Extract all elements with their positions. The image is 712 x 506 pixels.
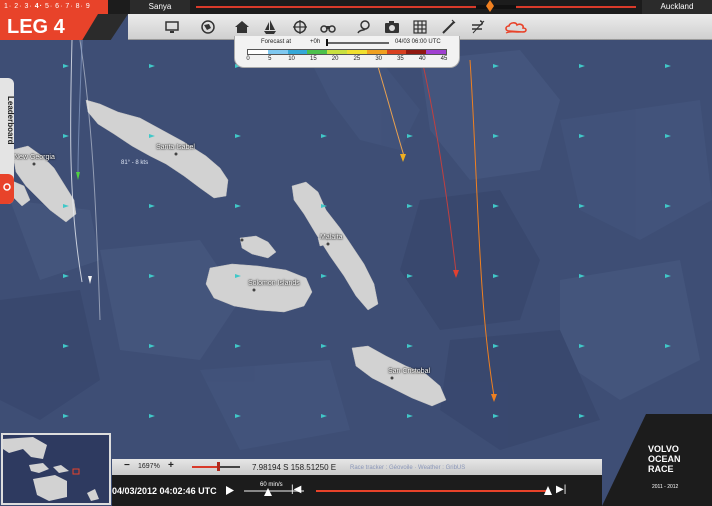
scale-label: 25: [353, 56, 361, 62]
leg-1[interactable]: 1·: [4, 3, 12, 10]
race-progress-track: [196, 5, 636, 9]
leg-4[interactable]: 4·: [35, 3, 43, 10]
skip-to-start-icon[interactable]: |◀: [291, 485, 301, 495]
home-icon[interactable]: [234, 19, 250, 35]
scale-swatch: [307, 50, 328, 54]
boat-speed-label: 81° - 8 kts: [121, 160, 149, 166]
current-datetime: 04/03/2012 04:02:46 UTC: [112, 486, 217, 496]
forecast-slider-knob[interactable]: [326, 39, 328, 46]
scale-label: 30: [375, 56, 382, 62]
forecast-label: Forecast at: [261, 39, 292, 45]
scale-label: 0: [246, 56, 250, 62]
label-san-cristobal: San Cristobal: [388, 368, 431, 375]
leg-9[interactable]: 9: [86, 3, 91, 10]
race-position-marker-icon[interactable]: [486, 0, 494, 12]
logo-years: 2011 - 2012: [652, 484, 679, 490]
leg-6[interactable]: 6·: [55, 3, 63, 10]
scale-swatch: [287, 50, 308, 54]
wind-speed-scale: [247, 49, 447, 55]
zoom-slider-fill: [192, 466, 218, 468]
leg-title: LEG 4: [0, 14, 98, 40]
leg-5[interactable]: 5·: [45, 3, 53, 10]
scale-label: 15: [309, 56, 317, 62]
cursor-coordinates: 7.98194 S 158.51250 E: [252, 463, 337, 472]
binoculars-icon[interactable]: [320, 19, 336, 35]
volvo-ocean-race-logo: VOLVO OCEAN RACE: [648, 444, 681, 474]
play-icon[interactable]: [226, 486, 234, 495]
zoom-out-button[interactable]: −: [124, 461, 130, 471]
timeline-slider[interactable]: [316, 490, 548, 492]
monitor-icon[interactable]: [164, 19, 180, 35]
route-icon[interactable]: [356, 19, 372, 35]
scale-swatch: [267, 50, 288, 54]
leg-2[interactable]: 2·: [14, 3, 22, 10]
target-icon[interactable]: [292, 19, 308, 35]
skip-to-end-icon[interactable]: ▶|: [556, 485, 566, 495]
grid-icon[interactable]: [412, 19, 428, 35]
scale-swatch: [346, 50, 367, 54]
wind-toggle-icon[interactable]: [470, 19, 486, 35]
forecast-date: 04/03 06:00 UTC: [395, 39, 441, 45]
speed-knob-icon[interactable]: [264, 488, 272, 496]
scale-label: 10: [288, 56, 295, 62]
leg-8[interactable]: 8·: [76, 3, 84, 10]
zoom-level: 1697%: [138, 463, 160, 470]
forecast-panel: Forecast at +0h 04/03 06:00 UTC 0 5 10 15 20…: [234, 36, 460, 68]
leg-3[interactable]: 3·: [24, 3, 32, 10]
scale-label: 45: [440, 56, 448, 62]
leg-7[interactable]: 7·: [65, 3, 73, 10]
to-city: Auckland: [642, 0, 712, 14]
scale-swatch: [386, 50, 407, 54]
leaderboard-toggle-icon[interactable]: [0, 174, 14, 204]
scale-label: 20: [331, 56, 339, 62]
leg-selector[interactable]: 1· 2· 3· 4· 5· 6· 7· 8· 9: [0, 0, 108, 14]
scale-swatch: [248, 50, 268, 54]
from-city: Sanya: [130, 0, 190, 14]
forecast-slider[interactable]: [327, 42, 389, 44]
scale-swatch: [366, 50, 387, 54]
zoom-slider-knob[interactable]: [217, 462, 220, 471]
globe-icon[interactable]: [200, 19, 216, 35]
label-new-georgia: New Georgia: [14, 154, 55, 161]
overview-minimap[interactable]: [1, 433, 111, 505]
timeline-knob-icon[interactable]: [544, 486, 552, 495]
forecast-offset: +0h: [310, 39, 321, 45]
weather-cloud-icon[interactable]: [504, 19, 530, 35]
race-map[interactable]: [0, 0, 712, 506]
label-santa-isabel: Santa Isabel: [156, 144, 195, 151]
label-malaita: Malaita: [320, 234, 343, 241]
scale-swatch: [426, 50, 446, 54]
scale-swatch: [327, 50, 347, 54]
scale-swatch: [406, 50, 427, 54]
label-solomon-islands: Solomon Islands: [248, 280, 300, 287]
scale-label: 35: [397, 56, 404, 62]
credits-text: Race tracker : Géovoile · Weather : Grib…: [350, 465, 466, 471]
scale-label: 5: [268, 56, 272, 62]
camera-icon[interactable]: [384, 19, 400, 35]
scale-label: 40: [418, 56, 426, 62]
sailboat-icon[interactable]: [262, 19, 278, 35]
leaderboard-label[interactable]: Leaderboard: [1, 96, 15, 144]
zoom-in-button[interactable]: +: [168, 461, 174, 471]
ruler-icon[interactable]: [440, 19, 456, 35]
